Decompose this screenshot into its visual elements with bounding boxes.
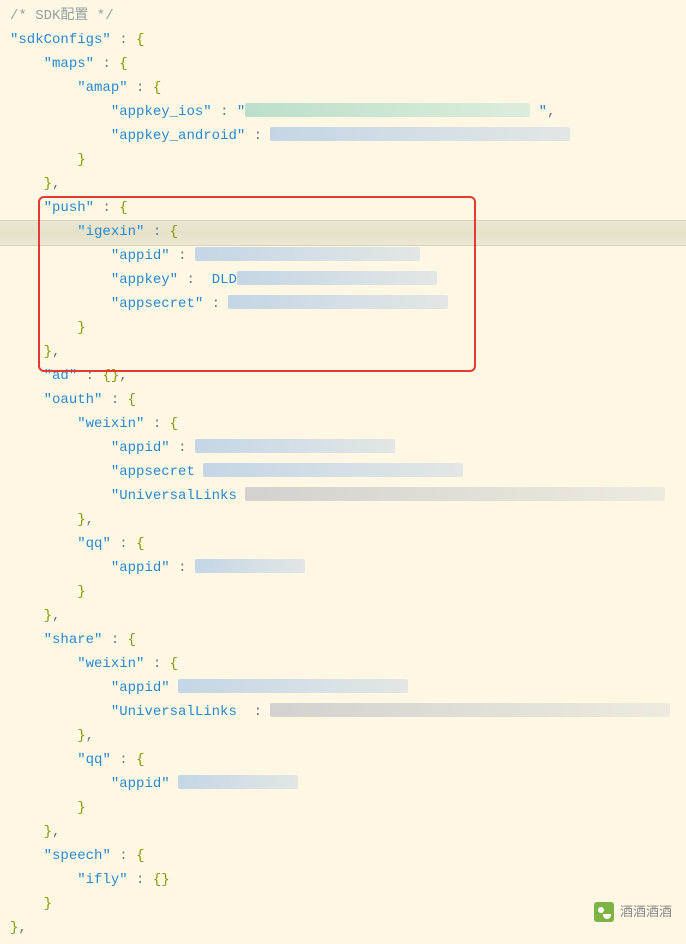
redacted-value [195,559,305,573]
key-ifly: ifly [86,872,120,888]
code-line: }, [10,604,686,628]
code-line: "qq" : { [10,748,686,772]
key-universal-links: UniversalLinks [119,488,237,504]
key-appid: appid [119,776,161,792]
redacted-value [270,703,670,717]
code-line: }, [10,340,686,364]
key-push: push [52,200,86,216]
code-line: "appsecret" : [10,292,686,316]
redacted-value [195,439,395,453]
redacted-value [178,679,408,693]
code-line: }, [10,172,686,196]
key-share: share [52,632,94,648]
redacted-value [270,127,570,141]
redacted-value [237,271,437,285]
code-line: "weixin" : { [10,652,686,676]
key-maps: maps [52,56,86,72]
wechat-icon [594,902,614,922]
key-appid: appid [119,560,161,576]
code-line: "appid" : [10,244,686,268]
code-line: } [10,148,686,172]
key-appsecret: appsecret [119,464,195,480]
code-line: "qq" : { [10,532,686,556]
watermark-text: 酒酒酒酒 [620,900,672,924]
key-oauth: oauth [52,392,94,408]
key-weixin: weixin [86,656,136,672]
code-line: "appkey_ios" : " ", [10,100,686,124]
code-line: } [10,892,686,916]
code-line: "igexin" : { [10,220,686,244]
code-block: /* SDK配置 */ "sdkConfigs" : { "maps" : { … [0,0,686,944]
partial-value: DLD [212,272,237,288]
code-line: "appsecret [10,460,686,484]
key-appkey-ios: appkey_ios [119,104,203,120]
code-line: }, [10,916,686,940]
code-line: "appkey_android" : [10,124,686,148]
code-line: }, [10,508,686,532]
key-igexin: igexin [86,224,136,240]
code-line: "maps" : { [10,52,686,76]
redacted-value [178,775,298,789]
key-speech: speech [52,848,102,864]
code-line: "UniversalLinks [10,484,686,508]
redacted-value [228,295,448,309]
code-line: "ad" : {}, [10,364,686,388]
code-line: "appid" [10,772,686,796]
code-line: "appid" : [10,436,686,460]
code-line: } [10,316,686,340]
key-appsecret: appsecret [119,296,195,312]
key-weixin: weixin [86,416,136,432]
key-appid: appid [119,248,161,264]
code-line: "weixin" : { [10,412,686,436]
code-line: }, [10,820,686,844]
key-qq: qq [86,536,103,552]
comment-text: /* SDK配置 */ [10,8,114,24]
code-line: "speech" : { [10,844,686,868]
key-appid: appid [119,440,161,456]
key-appkey: appkey [119,272,169,288]
code-line: } [10,580,686,604]
code-line: }, [10,724,686,748]
redacted-value [203,463,463,477]
code-line: "UniversalLinks : [10,700,686,724]
code-line: "ifly" : {} [10,868,686,892]
code-line: "oauth" : { [10,388,686,412]
redacted-value [245,487,665,501]
code-line: "appid" [10,676,686,700]
code-line: "appid" : [10,556,686,580]
redacted-value [195,247,420,261]
code-line: "appkey" : DLD [10,268,686,292]
code-line: "push" : { [10,196,686,220]
code-line: "amap" : { [10,76,686,100]
code-line: } [10,796,686,820]
redacted-value [245,103,530,117]
code-line: /* SDK配置 */ [10,4,686,28]
key-universal-links: UniversalLinks [119,704,237,720]
key-appkey-android: appkey_android [119,128,237,144]
code-line: "share" : { [10,628,686,652]
key-amap: amap [86,80,120,96]
code-line: "sdkConfigs" : { [10,28,686,52]
watermark: 酒酒酒酒 [594,900,672,924]
key-appid: appid [119,680,161,696]
key-sdkConfigs: sdkConfigs [18,32,102,48]
key-qq: qq [86,752,103,768]
key-ad: ad [52,368,69,384]
